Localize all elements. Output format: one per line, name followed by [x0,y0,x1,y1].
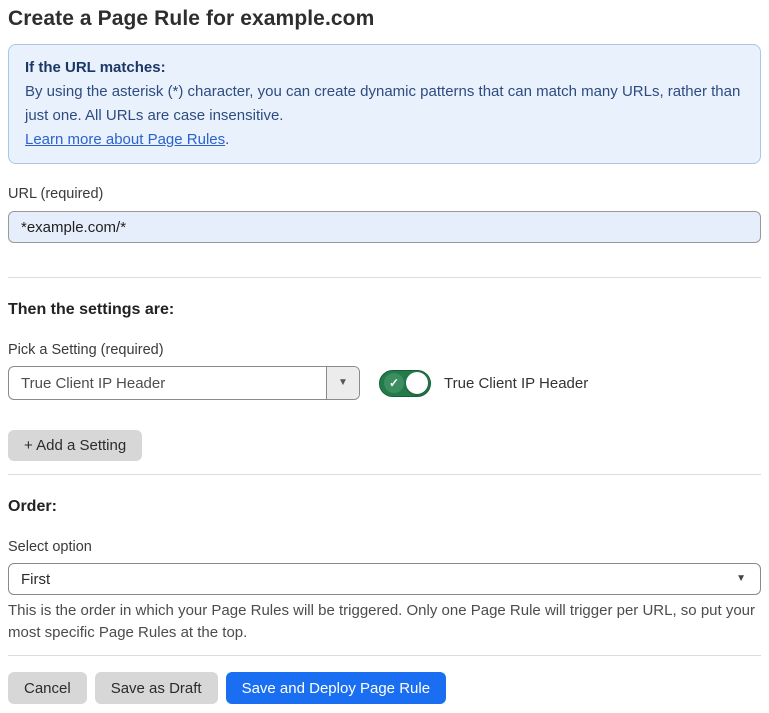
info-box-link-line: Learn more about Page Rules. [25,128,744,152]
add-setting-button[interactable]: + Add a Setting [8,430,142,461]
footer-actions: Cancel Save as Draft Save and Deploy Pag… [8,672,761,704]
order-heading: Order: [8,497,761,517]
order-select[interactable]: First ▼ [8,563,761,595]
settings-heading: Then the settings are: [8,300,761,320]
info-box-body: By using the asterisk (*) character, you… [25,80,744,128]
save-deploy-button[interactable]: Save and Deploy Page Rule [226,672,446,704]
pick-setting-label: Pick a Setting (required) [8,341,761,359]
url-field-label: URL (required) [8,185,761,203]
setting-select[interactable]: True Client IP Header ▼ [8,366,360,400]
url-match-info-box: If the URL matches: By using the asteris… [8,44,761,164]
url-input[interactable] [8,211,761,243]
setting-select-value: True Client IP Header [9,367,326,399]
learn-more-link[interactable]: Learn more about Page Rules [25,131,225,148]
chevron-down-icon: ▼ [338,378,348,388]
section-divider [8,474,761,475]
true-client-ip-toggle[interactable]: ✓ [379,370,431,397]
order-help-text: This is the order in which your Page Rul… [8,600,759,644]
chevron-down-icon: ▼ [736,574,746,584]
setting-select-arrow-button[interactable]: ▼ [326,367,359,399]
footer-divider [8,655,761,656]
link-suffix: . [225,131,229,148]
toggle-knob [406,372,428,394]
info-box-heading: If the URL matches: [25,56,744,80]
section-divider [8,277,761,278]
setting-row: True Client IP Header ▼ ✓ True Client IP… [8,366,761,400]
order-select-label: Select option [8,538,761,556]
check-icon: ✓ [384,373,404,393]
save-draft-button[interactable]: Save as Draft [95,672,218,704]
order-select-value: First [21,571,50,588]
cancel-button[interactable]: Cancel [8,672,87,704]
page-title: Create a Page Rule for example.com [8,5,761,33]
toggle-label: True Client IP Header [444,375,588,392]
